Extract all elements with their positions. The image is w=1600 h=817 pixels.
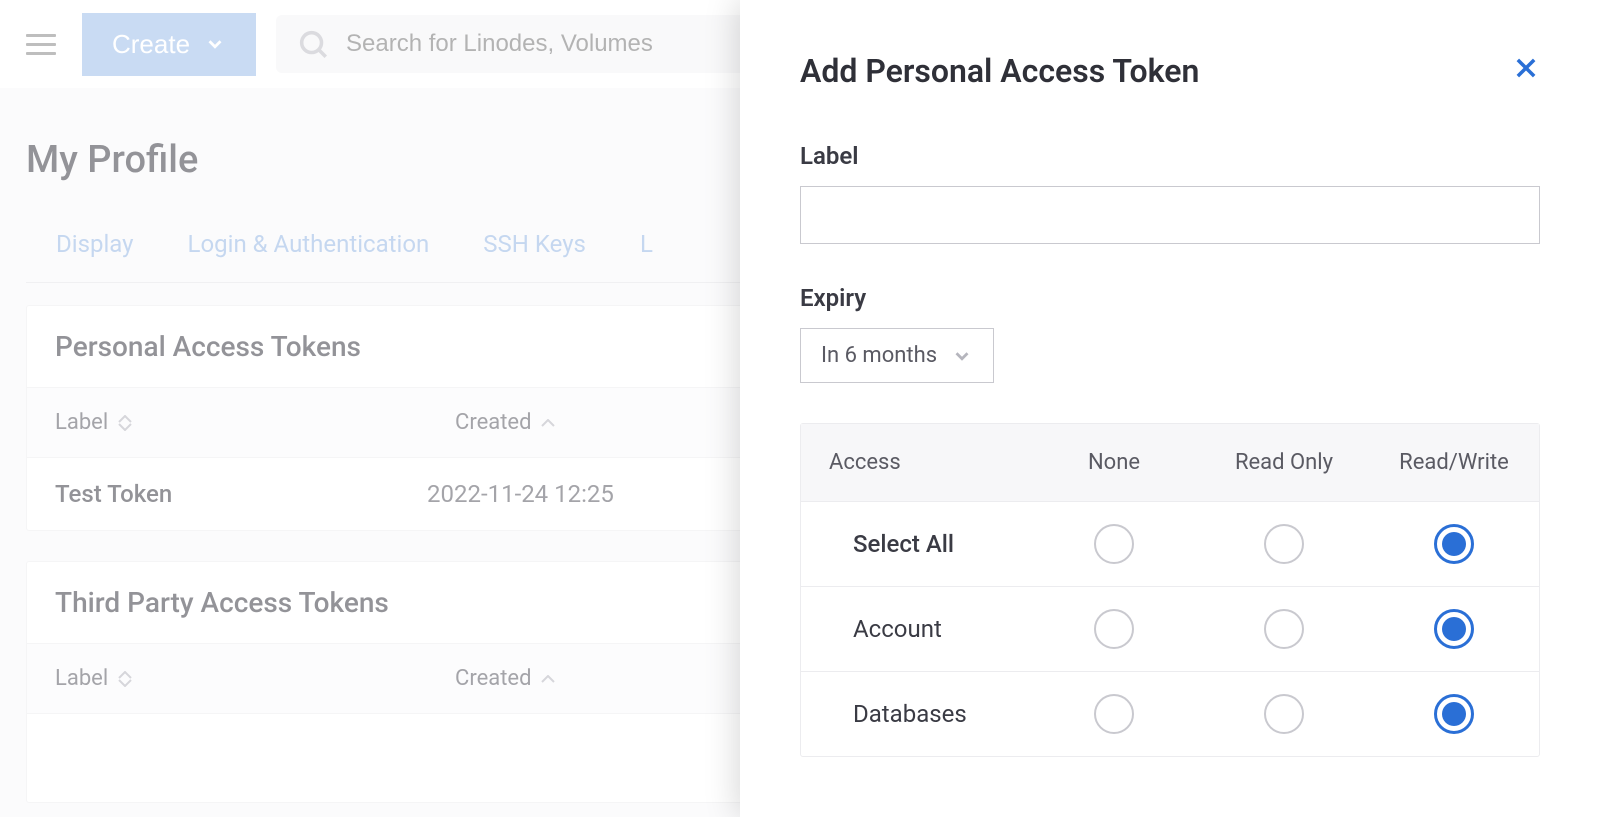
access-row: Databases	[801, 672, 1539, 756]
tp-col-label[interactable]: Label	[27, 644, 427, 713]
tab-login-auth[interactable]: Login & Authentication	[188, 230, 430, 282]
access-radio[interactable]	[1434, 694, 1474, 734]
tab-display[interactable]: Display	[56, 230, 134, 282]
menu-icon[interactable]	[20, 28, 62, 61]
access-radio[interactable]	[1264, 694, 1304, 734]
col-readwrite: Read/Write	[1369, 424, 1539, 501]
col-readonly: Read Only	[1199, 424, 1369, 501]
radio-cell	[1199, 524, 1369, 564]
token-label: Test Token	[55, 480, 427, 508]
create-button[interactable]: Create	[82, 13, 256, 76]
close-icon	[1512, 54, 1540, 82]
sort-icon	[118, 415, 132, 431]
access-row-name: Select All	[801, 530, 1029, 558]
expiry-select[interactable]: In 6 months	[800, 328, 994, 383]
radio-cell	[1369, 609, 1539, 649]
tab-ssh-keys[interactable]: SSH Keys	[483, 230, 586, 282]
expiry-field: Expiry In 6 months	[800, 284, 1540, 383]
sort-icon	[118, 671, 132, 687]
search-icon	[296, 27, 330, 61]
access-col-header: Access	[801, 424, 1029, 501]
drawer-title: Add Personal Access Token	[800, 52, 1199, 90]
access-radio[interactable]	[1264, 609, 1304, 649]
access-table: Access None Read Only Read/Write Select …	[800, 423, 1540, 757]
access-row: Account	[801, 587, 1539, 672]
sort-up-icon	[541, 419, 555, 427]
add-token-drawer: Add Personal Access Token Label Expiry I…	[740, 0, 1600, 817]
access-radio[interactable]	[1434, 524, 1474, 564]
label-field-label: Label	[800, 142, 1540, 170]
access-radio[interactable]	[1094, 694, 1134, 734]
pat-col-label[interactable]: Label	[27, 388, 427, 457]
access-radio[interactable]	[1264, 524, 1304, 564]
create-button-label: Create	[112, 29, 190, 60]
label-field: Label	[800, 142, 1540, 244]
radio-cell	[1199, 609, 1369, 649]
chevron-down-icon	[951, 345, 973, 367]
access-row: Select All	[801, 502, 1539, 587]
radio-cell	[1369, 694, 1539, 734]
col-none: None	[1029, 424, 1199, 501]
radio-cell	[1199, 694, 1369, 734]
radio-cell	[1369, 524, 1539, 564]
radio-cell	[1029, 524, 1199, 564]
expiry-value: In 6 months	[821, 343, 937, 368]
chevron-down-icon	[204, 33, 226, 55]
token-created: 2022-11-24 12:25	[427, 480, 614, 508]
close-button[interactable]	[1512, 54, 1540, 88]
radio-cell	[1029, 609, 1199, 649]
radio-cell	[1029, 694, 1199, 734]
access-row-name: Account	[801, 615, 1029, 643]
sort-up-icon	[541, 675, 555, 683]
tab-partial[interactable]: L	[640, 230, 653, 282]
access-radio[interactable]	[1434, 609, 1474, 649]
label-input[interactable]	[800, 186, 1540, 244]
expiry-field-label: Expiry	[800, 284, 1540, 312]
access-radio[interactable]	[1094, 609, 1134, 649]
access-radio[interactable]	[1094, 524, 1134, 564]
access-row-name: Databases	[801, 700, 1029, 728]
